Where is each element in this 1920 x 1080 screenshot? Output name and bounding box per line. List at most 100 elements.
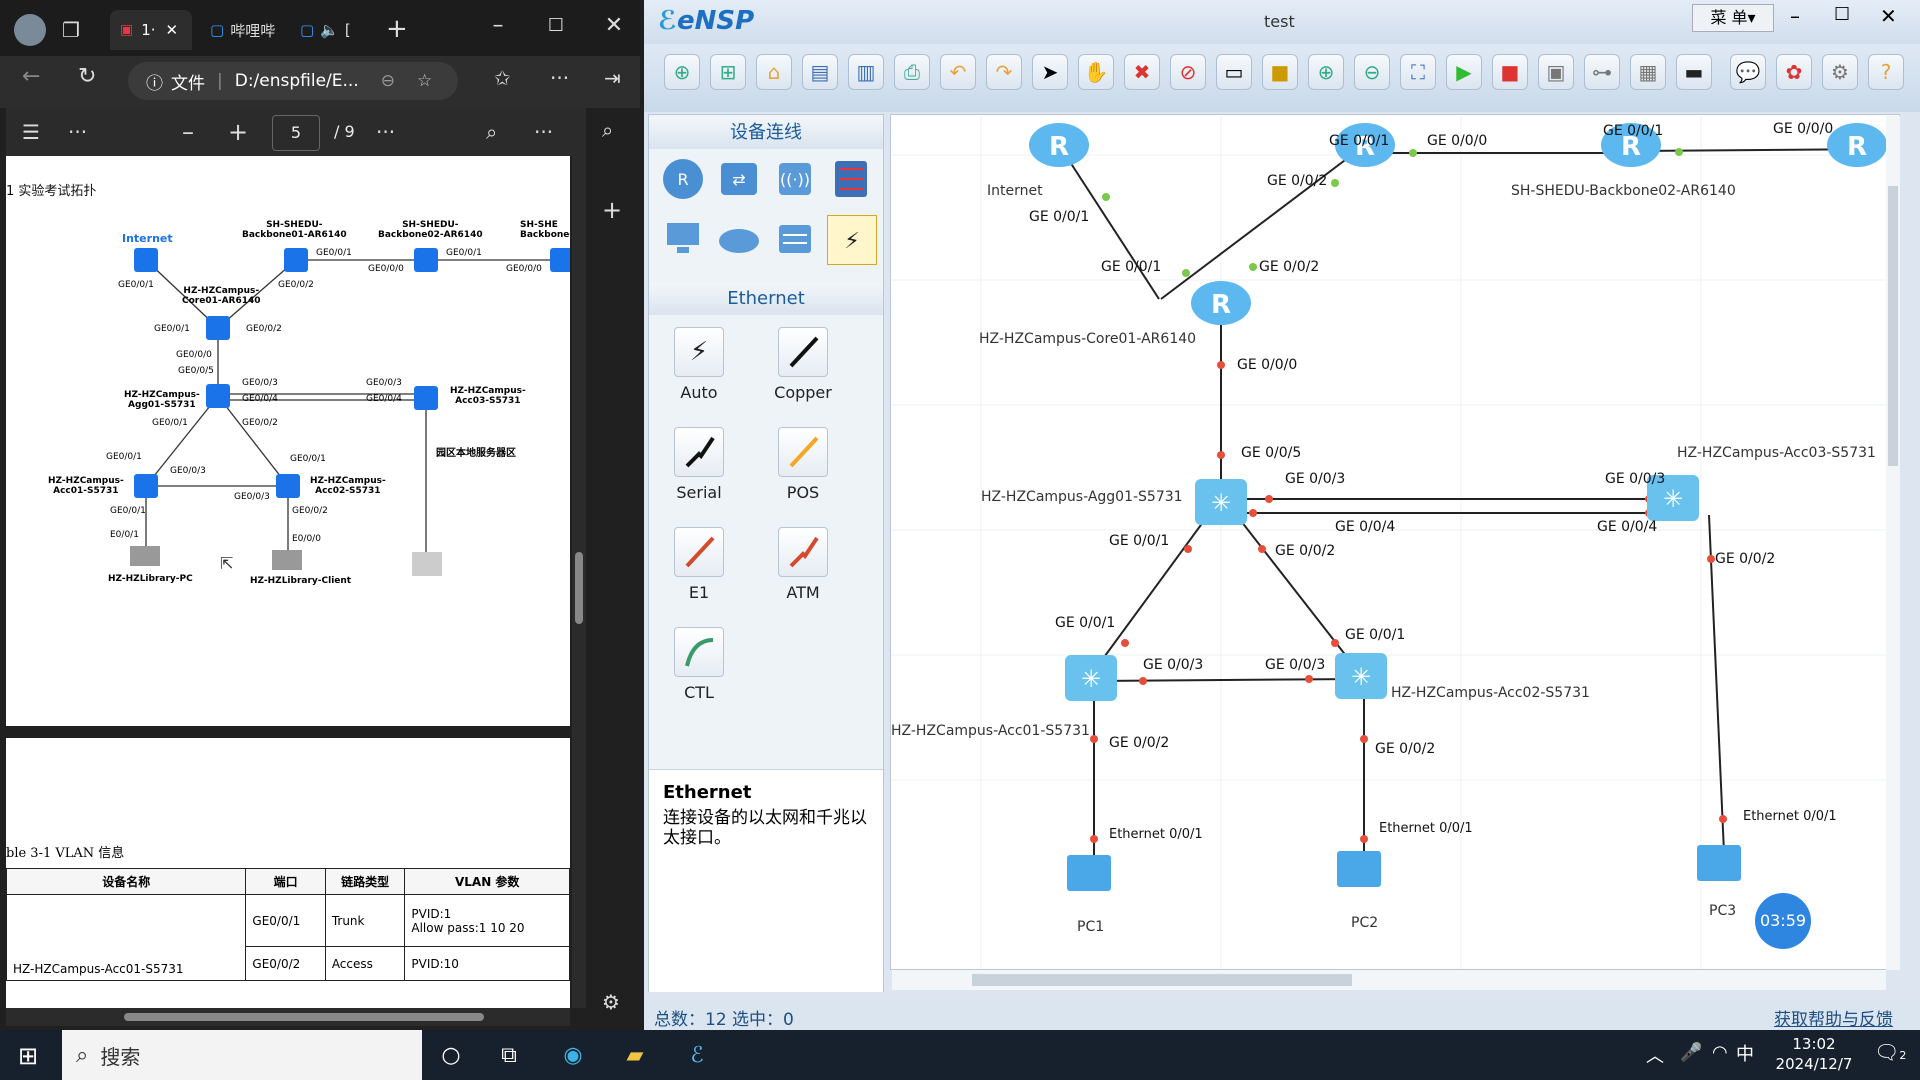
tab-bilibili[interactable]: ▢ 哔哩哔 <box>200 10 290 50</box>
pointer-icon[interactable]: ➤ <box>1032 54 1068 90</box>
zoom-icon[interactable]: ⊖ <box>381 71 395 91</box>
new-tab-icon[interactable]: + <box>386 14 408 44</box>
microphone-icon[interactable]: 🎤 <box>1680 1042 1702 1063</box>
more-icon[interactable]: ··· <box>534 120 553 144</box>
page-number-input[interactable]: 5 <box>272 115 320 151</box>
capture-icon[interactable]: ▣ <box>1538 54 1574 90</box>
save-icon[interactable]: ▤ <box>802 54 838 90</box>
grid-icon[interactable]: ▦ <box>1630 54 1666 90</box>
wireless-category-icon[interactable]: ((·)) <box>771 155 819 203</box>
search-icon[interactable]: ⌕ <box>602 118 613 142</box>
clock[interactable]: 13:02 2024/12/7 <box>1764 1034 1864 1074</box>
search-icon[interactable]: ⌕ <box>486 120 497 144</box>
tray-chevron-icon[interactable]: ︿ <box>1646 1042 1664 1068</box>
close-icon[interactable]: ✕ <box>1880 4 1897 28</box>
pdf-horizontal-scrollbar[interactable] <box>6 1008 570 1026</box>
zoom-in-icon[interactable]: ⊕ <box>1308 54 1344 90</box>
more-icon[interactable]: ··· <box>68 120 87 144</box>
favorites-icon[interactable]: ✩ <box>494 66 511 90</box>
port-label: GE0/0/1 <box>110 506 146 516</box>
workspaces-icon[interactable]: ❐ <box>62 18 80 42</box>
cable-serial[interactable]: Serial <box>659 427 739 502</box>
open-icon[interactable]: ⌂ <box>756 54 792 90</box>
port-label: GE 0/0/3 <box>1143 657 1204 673</box>
terminal-icon[interactable]: ▬ <box>1676 54 1712 90</box>
tab-bilibili-2[interactable]: ▢ 🔈 [ <box>290 10 374 50</box>
topology-icon[interactable]: ⊶ <box>1584 54 1620 90</box>
hand-icon[interactable]: ✋ <box>1078 54 1114 90</box>
favorite-icon[interactable]: ☆ <box>417 71 432 91</box>
minimize-icon[interactable]: – <box>1790 4 1800 28</box>
topology-canvas[interactable]: R R R R R ✳ ✳ ✳ ✳ Internet SH-SHEDU-Backbon… <box>890 114 1900 970</box>
delete-icon[interactable]: ✖ <box>1124 54 1160 90</box>
zoom-out-icon[interactable]: – <box>182 118 194 146</box>
file-explorer-icon[interactable]: ▰ <box>612 1034 658 1076</box>
timer-badge[interactable]: 03:59 <box>1755 893 1811 949</box>
canvas-vertical-scrollbar[interactable] <box>1886 116 1900 970</box>
close-window-icon[interactable]: ✕ <box>594 12 634 40</box>
other-device-category-icon[interactable] <box>771 215 819 263</box>
cable-copper[interactable]: Copper <box>763 327 843 402</box>
minimize-icon[interactable]: – <box>478 12 518 40</box>
delete-link-icon[interactable]: ⊘ <box>1170 54 1206 90</box>
edge-taskbar-icon[interactable]: ◉ <box>550 1034 596 1076</box>
taskbar-search[interactable]: ⌕ 搜索 <box>62 1030 422 1080</box>
firewall-category-icon[interactable] <box>827 155 875 203</box>
settings-icon[interactable]: ⚙ <box>602 990 620 1014</box>
cloud-category-icon[interactable] <box>715 215 763 263</box>
print-icon[interactable]: ⎙ <box>894 54 930 90</box>
notification-icon[interactable]: 🗨2 <box>1874 1040 1906 1064</box>
chat-icon[interactable]: 💬 <box>1730 54 1766 90</box>
speaker-icon[interactable]: 🔈 <box>320 21 339 39</box>
zoom-out-icon[interactable]: ⊖ <box>1354 54 1390 90</box>
cable-auto[interactable]: ⚡ Auto <box>659 327 739 402</box>
task-view-icon[interactable]: ⧉ <box>486 1034 532 1076</box>
save-as-icon[interactable]: ▥ <box>848 54 884 90</box>
cable-pos[interactable]: POS <box>763 427 843 502</box>
address-bar[interactable]: ⓘ 文件 | D:/enspfile/E... ⊖ ☆ <box>128 62 458 100</box>
port-label: GE0/0/1 <box>154 324 190 334</box>
maximize-icon[interactable]: ☐ <box>1834 4 1850 25</box>
shape-icon[interactable]: ■ <box>1262 54 1298 90</box>
new-example-icon[interactable]: ⊞ <box>710 54 746 90</box>
fit-icon[interactable]: ⛶ <box>1400 54 1436 90</box>
back-icon[interactable]: ← <box>22 64 40 89</box>
cell-type: Trunk <box>324 894 406 947</box>
cable-atm[interactable]: ATM <box>763 527 843 602</box>
contents-icon[interactable]: ☰ <box>22 120 40 144</box>
add-icon[interactable]: + <box>602 196 622 224</box>
huawei-icon[interactable]: ✿ <box>1776 54 1812 90</box>
more-icon[interactable]: ··· <box>550 66 569 90</box>
redo-icon[interactable]: ↷ <box>986 54 1022 90</box>
help-feedback-link[interactable]: 获取帮助与反馈 <box>1774 1005 1893 1030</box>
wifi-icon[interactable]: ◠ <box>1712 1042 1728 1063</box>
start-icon[interactable]: ▶ <box>1446 54 1482 90</box>
text-icon[interactable]: ▭ <box>1216 54 1252 90</box>
new-topology-icon[interactable]: ⊕ <box>664 54 700 90</box>
pc-category-icon[interactable] <box>659 215 707 263</box>
profile-avatar[interactable] <box>14 14 46 46</box>
maximize-icon[interactable]: ☐ <box>536 12 576 40</box>
undo-icon[interactable]: ↶ <box>940 54 976 90</box>
cortana-icon[interactable]: ○ <box>428 1034 474 1076</box>
menu-button[interactable]: 菜 单▾ <box>1692 4 1774 32</box>
cable-e1[interactable]: E1 <box>659 527 739 602</box>
ensp-taskbar-icon[interactable]: ℰ <box>674 1034 720 1076</box>
tab-pdf[interactable]: ▣ 1· ✕ <box>110 10 192 50</box>
windows-start-icon[interactable]: ⊞ <box>18 1042 38 1070</box>
switch-category-icon[interactable]: ⇄ <box>715 155 763 203</box>
canvas-horizontal-scrollbar[interactable] <box>892 970 1886 990</box>
router-category-icon[interactable]: R <box>659 155 707 203</box>
settings-icon[interactable]: ⚙ <box>1822 54 1858 90</box>
sidebar-toggle-icon[interactable]: ⇥ <box>604 66 621 90</box>
help-icon[interactable]: ? <box>1868 54 1904 90</box>
zoom-in-icon[interactable]: + <box>228 118 248 146</box>
refresh-icon[interactable]: ↻ <box>78 64 96 89</box>
more-icon[interactable]: ··· <box>376 120 395 144</box>
cable-ctl[interactable]: CTL <box>659 627 739 702</box>
close-icon[interactable]: ✕ <box>166 21 179 39</box>
cable-category-icon[interactable]: ⚡ <box>827 215 877 265</box>
pdf-vertical-scrollbar[interactable] <box>572 108 586 1008</box>
ime-indicator[interactable]: 中 <box>1736 1040 1754 1066</box>
stop-icon[interactable]: ■ <box>1492 54 1528 90</box>
